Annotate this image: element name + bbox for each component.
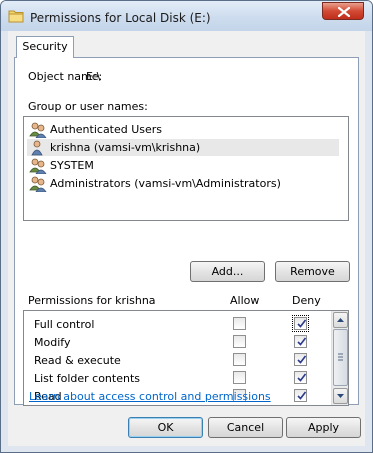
allow-column-header: Allow [230, 294, 260, 307]
deny-checkbox[interactable] [294, 335, 307, 348]
permission-name: Read & execute [34, 354, 121, 367]
list-item-selected[interactable]: krishna (vamsi-vm\krishna) [27, 139, 339, 156]
list-item-label: Authenticated Users [50, 123, 163, 136]
checkmark-icon [297, 355, 307, 364]
cancel-button[interactable]: Cancel [208, 417, 283, 438]
permission-row: Modify [24, 333, 324, 351]
user-group-icon [29, 158, 47, 174]
deny-checkbox[interactable] [294, 371, 307, 384]
permission-row: Full control [24, 315, 324, 333]
permission-name: List folder contents [34, 372, 140, 385]
close-icon [338, 7, 350, 17]
window-title: Permissions for Local Disk (E:) [30, 11, 211, 25]
tab-security[interactable]: Security [16, 36, 74, 58]
scroll-up-button[interactable] [333, 312, 348, 328]
permission-name: Modify [34, 336, 71, 349]
access-control-help-link[interactable]: Learn about access control and permissio… [29, 390, 271, 403]
close-button[interactable] [322, 2, 364, 20]
allow-checkbox[interactable] [233, 335, 246, 348]
permissions-dialog: Permissions for Local Disk (E:) Security… [0, 0, 373, 453]
list-item-label: SYSTEM [50, 159, 94, 172]
user-group-icon [29, 122, 47, 138]
list-item[interactable]: SYSTEM [27, 157, 339, 174]
object-name-value: E:\ [86, 70, 101, 83]
deny-checkbox[interactable] [294, 389, 307, 402]
checkmark-icon [297, 337, 307, 346]
chevron-up-icon [337, 318, 344, 322]
security-tab-panel: Object name: E:\ Group or user names: Au… [14, 57, 359, 406]
permission-row: Read & execute [24, 351, 324, 369]
chevron-down-icon [337, 394, 344, 398]
list-item[interactable]: Authenticated Users [27, 121, 339, 138]
permission-row: List folder contents [24, 369, 324, 387]
folder-icon [8, 10, 24, 23]
add-button[interactable]: Add... [190, 261, 265, 282]
scroll-thumb[interactable] [333, 329, 348, 386]
user-group-icon [29, 176, 47, 192]
group-user-list[interactable]: Authenticated Users krishna (vamsi-vm\kr… [23, 116, 349, 221]
remove-button[interactable]: Remove [275, 261, 350, 282]
checkmark-icon [297, 391, 307, 400]
list-item[interactable]: Administrators (vamsi-vm\Administrators) [27, 175, 339, 192]
scroll-down-button[interactable] [333, 388, 348, 404]
permissions-scrollbar[interactable] [331, 311, 348, 405]
dialog-body: Security Object name: E:\ Group or user … [8, 31, 365, 446]
allow-checkbox[interactable] [233, 317, 246, 330]
group-names-label: Group or user names: [28, 100, 148, 113]
allow-checkbox[interactable] [233, 371, 246, 384]
user-icon [31, 140, 43, 156]
list-item-label: krishna (vamsi-vm\krishna) [50, 141, 201, 154]
apply-button[interactable]: Apply [286, 417, 361, 438]
permissions-header: Permissions for krishna [28, 294, 156, 307]
list-item-label: Administrators (vamsi-vm\Administrators) [50, 177, 281, 190]
checkmark-icon [297, 319, 307, 328]
title-bar[interactable]: Permissions for Local Disk (E:) [1, 1, 372, 31]
permission-name: Full control [34, 318, 95, 331]
grip-icon [338, 353, 343, 361]
ok-button[interactable]: OK [128, 417, 203, 438]
deny-checkbox[interactable] [294, 353, 307, 366]
checkmark-icon [297, 373, 307, 382]
deny-checkbox[interactable] [292, 315, 309, 332]
deny-column-header: Deny [292, 294, 321, 307]
allow-checkbox[interactable] [233, 353, 246, 366]
